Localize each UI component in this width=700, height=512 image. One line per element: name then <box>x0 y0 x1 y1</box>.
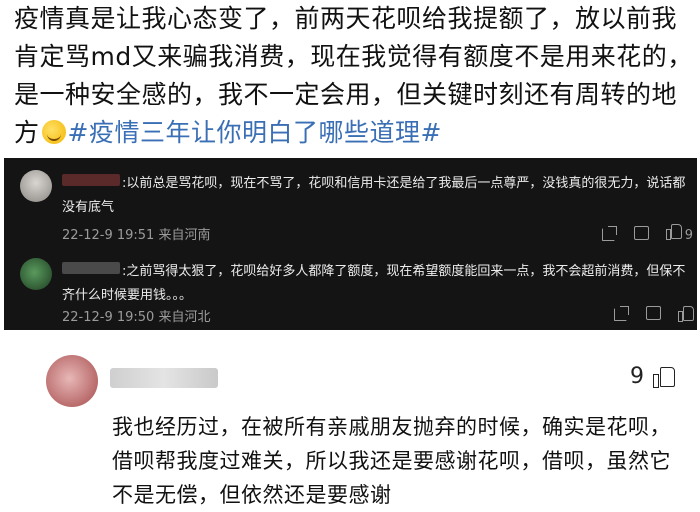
thumbs-up-icon <box>652 365 676 389</box>
comment-meta: 22-12-9 19:50 来自河北 <box>62 310 211 325</box>
hashtag-link[interactable]: #疫情三年让你明白了哪些道理# <box>68 118 442 147</box>
comment-meta: 22-12-9 19:51 来自河南 <box>62 228 211 243</box>
like-button[interactable]: 9 <box>665 223 693 243</box>
thumbs-up-icon[interactable] <box>677 305 694 322</box>
comment-actions <box>613 305 694 322</box>
blurred-username[interactable] <box>62 262 120 274</box>
post-text-block: 疫情真是让我心态变了，前两天花呗给我提额了，放以前我肯定骂md又来骗我消费，现在… <box>14 0 694 152</box>
like-count: 9 <box>684 228 693 243</box>
share-icon[interactable] <box>601 225 617 241</box>
post-section: 疫情真是让我心态变了，前两天花呗给我提额了，放以前我肯定骂md又来骗我消费，现在… <box>0 0 700 160</box>
comment-screenshot-panel: :以前总是骂花呗，现在不骂了，花呗和信用卡还是给了我最后一点尊严，没钱真的很无力… <box>4 158 697 330</box>
comment-text-block: :以前总是骂花呗，现在不骂了，花呗和信用卡还是给了我最后一点尊严，没钱真的很无力… <box>62 172 687 220</box>
avatar[interactable] <box>46 355 98 407</box>
reply-icon[interactable] <box>633 225 649 241</box>
main-comment: 9 我也经历过，在被所有亲戚朋友抛弃的时候，确实是花呗，借呗帮我度过难关，所以我… <box>0 340 700 507</box>
comment-text: 以前总是骂花呗，现在不骂了，花呗和信用卡还是给了我最后一点尊严，没钱真的很无力，… <box>62 176 686 215</box>
share-icon[interactable] <box>613 305 629 321</box>
thumbs-up-icon <box>665 223 682 240</box>
comment-text: 之前骂得太狠了，花呗给好多人都降了额度，现在希望额度能回来一点，我不会超前消费，… <box>62 264 686 303</box>
avatar[interactable] <box>20 170 52 202</box>
blurred-username[interactable] <box>110 368 218 388</box>
comment-text-block: :之前骂得太狠了，花呗给好多人都降了额度，现在希望额度能回来一点，我不会超前消费… <box>62 260 687 308</box>
comment-actions: 9 <box>601 223 693 243</box>
crying-laughing-emoji-icon <box>41 120 66 144</box>
comment-text: 我也经历过，在被所有亲戚朋友抛弃的时候，确实是花呗，借呗帮我度过难关，所以我还是… <box>112 415 671 507</box>
avatar[interactable] <box>20 258 52 290</box>
like-count: 9 <box>630 364 644 389</box>
blurred-username[interactable] <box>62 174 120 186</box>
like-button[interactable]: 9 <box>630 364 676 389</box>
reply-icon[interactable] <box>645 305 661 321</box>
